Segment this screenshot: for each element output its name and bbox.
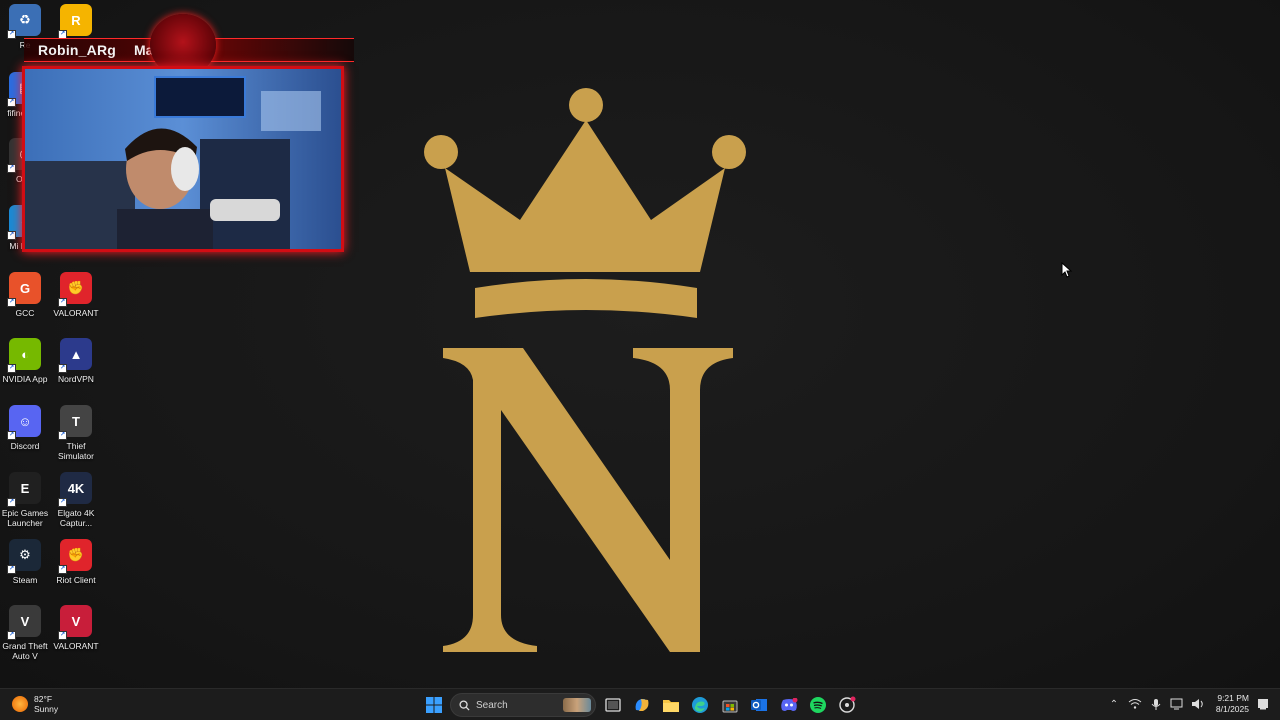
microphone-icon[interactable] bbox=[1149, 697, 1163, 711]
desktop-shortcut-label: Elgato 4K Captur... bbox=[57, 508, 95, 528]
desktop-shortcut[interactable]: V ↗ Grand Theft Auto V bbox=[0, 605, 50, 661]
desktop-shortcut[interactable]: ✊ ↗ Riot Client bbox=[51, 539, 101, 585]
nvidia-icon: ◐ ↗ bbox=[7, 338, 41, 373]
search-placeholder: Search bbox=[476, 699, 508, 711]
rockstar-launcher-icon: R ↗ bbox=[58, 4, 92, 39]
desktop-shortcut[interactable]: ◐ ↗ NVIDIA App bbox=[0, 338, 50, 384]
discord-icon[interactable] bbox=[778, 694, 800, 716]
shortcut-arrow-icon: ↗ bbox=[7, 98, 16, 107]
desktop-shortcut[interactable]: 4K ↗ Elgato 4K Captur... bbox=[51, 472, 101, 528]
microsoft-store-icon[interactable] bbox=[719, 694, 741, 716]
riot-client-icon: ✊ ↗ bbox=[58, 539, 92, 574]
desktop-shortcut-label: GCC bbox=[15, 308, 35, 318]
shortcut-arrow-icon: ↗ bbox=[7, 431, 16, 440]
system-clock[interactable]: 9:21 PM 8/1/2025 bbox=[1216, 693, 1249, 715]
chevron-up-icon[interactable]: ⌃ bbox=[1107, 697, 1121, 711]
streamer-name: Robin_ARg bbox=[38, 42, 117, 58]
elgato-4k-icon: 4K ↗ bbox=[58, 472, 92, 507]
desktop-shortcut[interactable]: R ↗ bbox=[51, 4, 101, 40]
webcam-feed bbox=[25, 69, 341, 249]
desktop: ♻↗ReR↗▤↗fifine Dec◉↗OBSe↗Mi Edge●↗BALL S… bbox=[0, 0, 1280, 688]
webcam-overlay bbox=[22, 66, 344, 252]
wallpaper-crown-n-logo bbox=[424, 88, 746, 652]
notification-icon[interactable] bbox=[1256, 697, 1270, 711]
steam-icon: ⚙ ↗ bbox=[7, 539, 41, 574]
shortcut-arrow-icon: ↗ bbox=[58, 364, 67, 373]
riot-valorant-icon: ✊ ↗ bbox=[58, 272, 92, 307]
shortcut-arrow-icon: ↗ bbox=[7, 565, 16, 574]
desktop-shortcut-label: Riot Client bbox=[56, 575, 96, 585]
system-tray: ⌃ 9:21 PM 8/1/2025 bbox=[1107, 693, 1270, 715]
windows-start-icon[interactable] bbox=[423, 694, 445, 716]
shortcut-arrow-icon: ↗ bbox=[58, 498, 67, 507]
spotify-icon[interactable] bbox=[807, 694, 829, 716]
shortcut-arrow-icon: ↗ bbox=[7, 498, 16, 507]
volume-icon[interactable] bbox=[1191, 697, 1205, 711]
desktop-shortcut-label: Grand Theft Auto V bbox=[2, 641, 48, 661]
shortcut-arrow-icon: ↗ bbox=[7, 164, 16, 173]
discord-icon: ☺ ↗ bbox=[7, 405, 41, 440]
shortcut-arrow-icon: ↗ bbox=[58, 631, 67, 640]
clock-time: 9:21 PM bbox=[1217, 693, 1249, 703]
valorant-icon: V ↗ bbox=[58, 605, 92, 640]
clock-date: 8/1/2025 bbox=[1215, 704, 1249, 714]
shortcut-arrow-icon: ↗ bbox=[58, 565, 67, 574]
task-view-icon[interactable] bbox=[602, 694, 624, 716]
weather-desc: Sunny bbox=[34, 704, 59, 714]
network-icon[interactable] bbox=[1128, 697, 1142, 711]
shortcut-arrow-icon: ↗ bbox=[7, 298, 16, 307]
desktop-shortcut[interactable]: ▲ ↗ NordVPN bbox=[51, 338, 101, 384]
outlook-icon[interactable] bbox=[748, 694, 770, 716]
recycle-bin-icon: ♻ ↗ bbox=[7, 4, 41, 39]
sun-icon bbox=[12, 696, 28, 712]
shortcut-arrow-icon: ↗ bbox=[7, 364, 16, 373]
thief-simulator-icon: T ↗ bbox=[58, 405, 92, 440]
display-icon[interactable] bbox=[1170, 697, 1184, 711]
desktop-shortcut-label: VALORANT bbox=[53, 641, 99, 651]
shortcut-arrow-icon: ↗ bbox=[7, 231, 16, 240]
taskbar: 82°F Sunny Search ⌃ 9:21 PM 8/1/2025 bbox=[0, 688, 1280, 720]
shortcut-arrow-icon: ↗ bbox=[58, 431, 67, 440]
file-explorer-icon[interactable] bbox=[660, 694, 682, 716]
shortcut-arrow-icon: ↗ bbox=[7, 30, 16, 39]
desktop-shortcut[interactable]: ☺ ↗ Discord bbox=[0, 405, 50, 451]
search-highlight-image bbox=[563, 698, 591, 712]
desktop-shortcut-label: NordVPN bbox=[58, 374, 94, 384]
desktop-shortcut-label: Epic Games Launcher bbox=[1, 508, 49, 528]
desktop-shortcut-label: Steam bbox=[12, 575, 38, 585]
app-icon[interactable] bbox=[836, 694, 858, 716]
edge-icon[interactable] bbox=[689, 694, 711, 716]
shortcut-arrow-icon: ↗ bbox=[58, 298, 67, 307]
gta-v-icon: V ↗ bbox=[7, 605, 41, 640]
copilot-icon[interactable] bbox=[631, 694, 653, 716]
gcc-icon: G ↗ bbox=[7, 272, 41, 307]
desktop-shortcut[interactable]: ✊ ↗ VALORANT bbox=[51, 272, 101, 318]
shortcut-arrow-icon: ↗ bbox=[7, 631, 16, 640]
weather-temp: 82°F bbox=[34, 694, 53, 704]
desktop-shortcut-label: Thief Simulator bbox=[58, 441, 94, 461]
nordvpn-icon: ▲ ↗ bbox=[58, 338, 92, 373]
desktop-shortcut[interactable]: E ↗ Epic Games Launcher bbox=[0, 472, 50, 528]
desktop-shortcut-label: VALORANT bbox=[53, 308, 99, 318]
desktop-shortcut-label: NVIDIA App bbox=[2, 374, 48, 384]
desktop-shortcut[interactable]: G ↗ GCC bbox=[0, 272, 50, 318]
search-icon bbox=[459, 699, 470, 711]
weather-widget[interactable]: 82°F Sunny bbox=[12, 694, 58, 714]
desktop-shortcut[interactable]: V ↗ VALORANT bbox=[51, 605, 101, 651]
epic-games-icon: E ↗ bbox=[7, 472, 41, 507]
desktop-shortcut[interactable]: ⚙ ↗ Steam bbox=[0, 539, 50, 585]
taskbar-search-box[interactable]: Search bbox=[450, 693, 596, 717]
mouse-cursor-icon bbox=[1061, 262, 1073, 278]
desktop-shortcut-label: Discord bbox=[10, 441, 40, 451]
desktop-shortcut[interactable]: T ↗ Thief Simulator bbox=[51, 405, 101, 461]
